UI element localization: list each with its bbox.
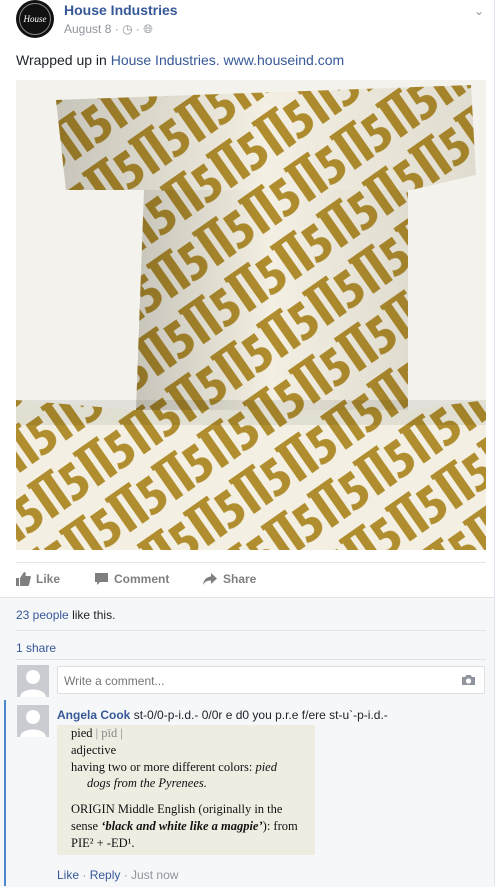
silhouette-icon: [17, 665, 49, 697]
globe-icon[interactable]: 🌐︎: [143, 22, 153, 36]
chevron-down-icon[interactable]: ⌄: [474, 4, 484, 18]
gift-boxes-photo: [16, 80, 486, 550]
page-name-link[interactable]: House Industries: [64, 2, 178, 18]
page-avatar[interactable]: House: [16, 0, 54, 38]
clock-icon: ◷: [122, 22, 133, 36]
post-meta: August 8 · ◷ · 🌐︎: [64, 22, 153, 36]
comment-actions: Like · Reply · Just now: [57, 868, 179, 882]
user-avatar[interactable]: [17, 665, 49, 697]
like-button[interactable]: Like: [16, 572, 60, 586]
page-mention-link[interactable]: House Industries.: [111, 52, 220, 68]
comment-icon: [95, 573, 108, 585]
likes-count-link[interactable]: 23 people: [16, 608, 69, 622]
post-text: Wrapped up in House Industries. www.hous…: [16, 52, 345, 68]
comment-composer[interactable]: [57, 666, 485, 695]
likes-summary: 23 people like this.: [16, 608, 116, 622]
comment-timestamp[interactable]: Just now: [131, 868, 178, 882]
comment-reply-link[interactable]: Reply: [90, 868, 121, 882]
shares-link[interactable]: 1 share: [16, 641, 56, 655]
post-photo[interactable]: [16, 80, 486, 550]
post-card: House House Industries August 8 · ◷ · 🌐︎…: [0, 0, 495, 887]
new-comment-indicator: [4, 700, 6, 886]
website-link[interactable]: www.houseind.com: [224, 52, 345, 68]
comment-button[interactable]: Comment: [94, 572, 169, 586]
divider: [16, 659, 486, 660]
share-button[interactable]: Share: [202, 572, 256, 586]
avatar-logo: House: [19, 3, 51, 35]
share-icon: [203, 573, 217, 585]
comment-text: st-0/0-p-i.d.- 0/0r e d0 you p.r.e f/ere…: [133, 708, 388, 722]
post-date[interactable]: August 8: [64, 22, 111, 36]
commenter-avatar[interactable]: [17, 705, 49, 737]
thumbs-up-icon: [16, 572, 31, 586]
comment-input[interactable]: [58, 667, 450, 695]
comment-author-link[interactable]: Angela Cook: [57, 708, 130, 722]
silhouette-icon: [17, 705, 49, 737]
comments-section: 23 people like this. 1 share Angela Cook…: [0, 597, 494, 887]
comment-like-link[interactable]: Like: [57, 868, 79, 882]
camera-icon[interactable]: [461, 674, 476, 686]
post-actions: Like Comment Share: [16, 562, 486, 597]
divider: [16, 630, 486, 631]
comment-body: Angela Cook st-0/0-p-i.d.- 0/0r e d0 you…: [57, 708, 388, 722]
comment-image-attachment[interactable]: pied | pīd | adjective having two or mor…: [57, 725, 315, 855]
